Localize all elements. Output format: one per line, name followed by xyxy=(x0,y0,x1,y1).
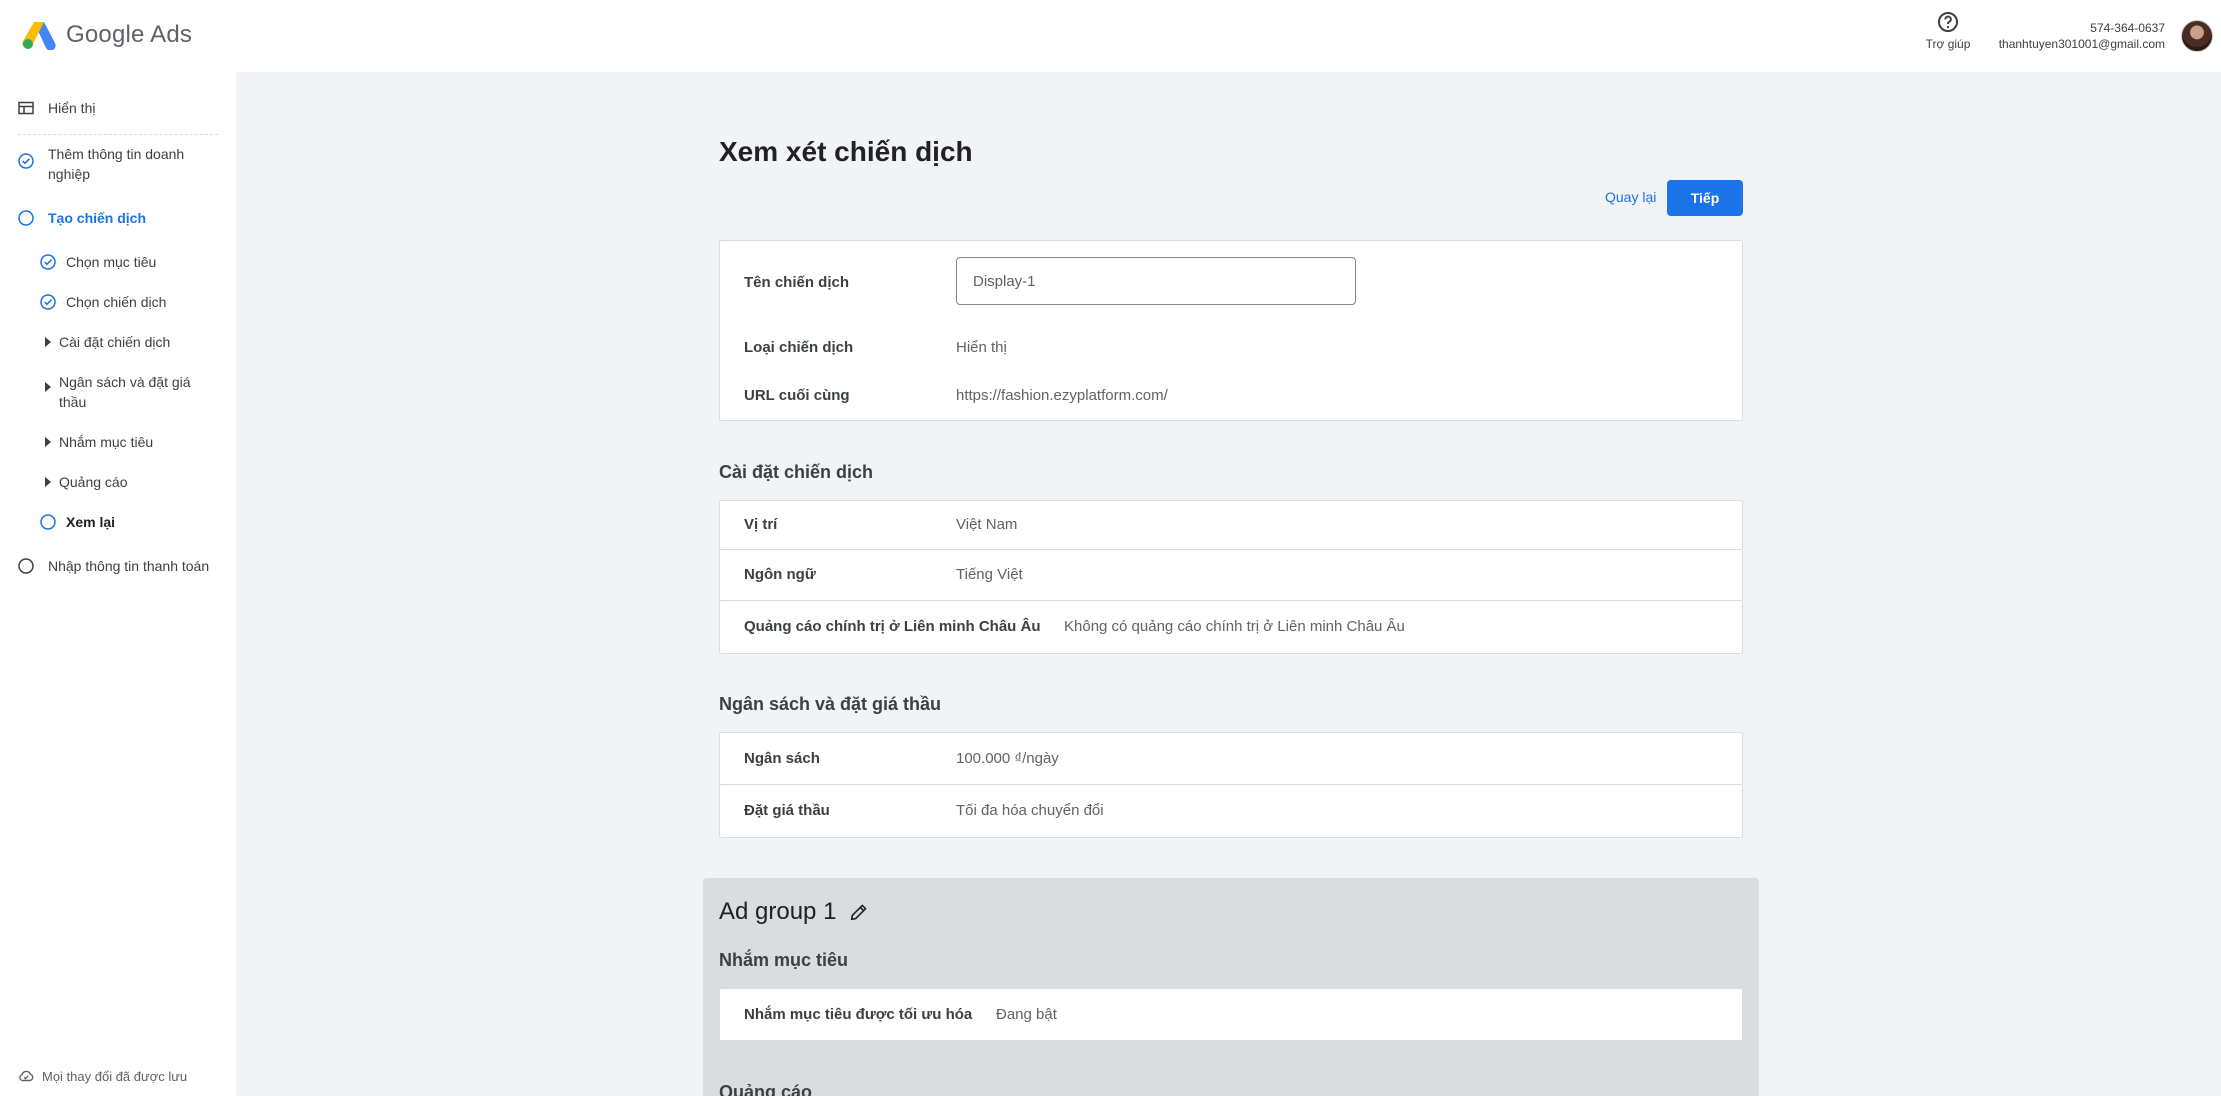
ad-group-section: Ad group 1 Nhắm mục tiêu Nhắm mục tiêu đ… xyxy=(703,878,1759,1096)
sidebar-step-label: Thêm thông tin doanh nghiệp xyxy=(48,146,185,182)
sidebar-substep-label: Chọn chiến dịch xyxy=(66,294,167,310)
avatar[interactable] xyxy=(2181,20,2213,52)
sidebar-substep-label: Ngân sách và đặt giá thầu xyxy=(59,374,191,410)
table-view-icon xyxy=(18,101,34,115)
campaign-type-value: Hiển thị xyxy=(956,339,1007,356)
account-info[interactable]: 574-364-0637 thanhtuyen301001@gmail.com xyxy=(1999,20,2165,52)
account-email: thanhtuyen301001@gmail.com xyxy=(1998,37,2165,51)
sidebar-substep-budget-bidding[interactable]: Ngân sách và đặt giá thầu xyxy=(40,372,220,412)
sidebar-substep-label: Chọn mục tiêu xyxy=(66,254,157,270)
cloud-done-icon xyxy=(19,1070,34,1082)
help-circle-icon xyxy=(1938,12,1958,32)
settings-row-label: Ngôn ngữ xyxy=(744,566,816,583)
settings-row-eu-political-ads[interactable]: Quảng cáo chính trị ở Liên minh Châu Âu … xyxy=(719,600,1743,654)
settings-row-label: Vị trí xyxy=(744,516,778,533)
ad-group-targeting-title: Nhắm mục tiêu xyxy=(719,950,849,970)
google-ads-logo-icon xyxy=(22,22,56,50)
app-name: Google Ads xyxy=(66,21,193,48)
caret-right-icon xyxy=(45,477,51,487)
optimized-targeting-value: Đang bật xyxy=(996,1006,1057,1023)
campaign-name-input[interactable] xyxy=(956,257,1356,305)
sidebar-substep-ads[interactable]: Quảng cáo xyxy=(40,472,128,492)
next-button[interactable]: Tiếp xyxy=(1667,180,1743,216)
sidebar-substep-campaign-settings[interactable]: Cài đặt chiến dịch xyxy=(40,332,170,352)
sidebar-substep-label: Nhắm mục tiêu xyxy=(59,434,154,450)
sidebar-step-billing[interactable]: Nhập thông tin thanh toán xyxy=(18,556,209,576)
campaign-name-label: Tên chiến dịch xyxy=(744,274,850,291)
account-id: 574-364-0637 xyxy=(2090,21,2165,35)
settings-row-label: Quảng cáo chính trị ở Liên minh Châu Âu xyxy=(744,618,1041,635)
sidebar-substep-choose-goal[interactable]: Chọn mục tiêu xyxy=(40,252,156,272)
page-title: Xem xét chiến dịch xyxy=(719,136,973,167)
sidebar-substep-review[interactable]: Xem lại xyxy=(40,512,115,532)
circle-icon xyxy=(18,558,34,574)
settings-row-value: Việt Nam xyxy=(956,516,1018,533)
circle-icon xyxy=(40,514,56,530)
sidebar-step-label: Tạo chiến dịch xyxy=(48,210,147,226)
settings-row-value: Không có quảng cáo chính trị ở Liên minh… xyxy=(1064,618,1405,635)
settings-row-location[interactable]: Vị trí Việt Nam xyxy=(719,500,1743,550)
final-url-value: https://fashion.ezyplatform.com/ xyxy=(956,387,1168,404)
sidebar-substep-targeting[interactable]: Nhắm mục tiêu xyxy=(40,432,153,452)
check-circle-icon xyxy=(40,254,56,270)
campaign-settings-title: Cài đặt chiến dịch xyxy=(719,462,874,482)
optimized-targeting-row[interactable]: Nhắm mục tiêu được tối ưu hóa Đang bật xyxy=(719,988,1743,1041)
edit-pencil-icon[interactable] xyxy=(848,901,870,923)
budget-bidding-title: Ngân sách và đặt giá thầu xyxy=(719,694,942,714)
sidebar: Hiển thị Thêm thông tin doanh nghiệp Tạo… xyxy=(0,72,236,1096)
settings-row-value: Tiếng Việt xyxy=(956,566,1023,583)
ad-group-name: Ad group 1 xyxy=(719,898,837,925)
sidebar-view-item[interactable]: Hiển thị xyxy=(18,98,95,118)
sidebar-substep-label: Cài đặt chiến dịch xyxy=(59,334,171,350)
google-ads-logo[interactable]: Google Ads xyxy=(22,20,192,50)
caret-right-icon xyxy=(45,337,51,347)
final-url-label: URL cuối cùng xyxy=(744,387,850,404)
bidding-row-value: Tối đa hóa chuyển đổi xyxy=(956,802,1104,819)
help-button[interactable]: Trợ giúp xyxy=(1920,10,1976,51)
ad-group-ads-title: Quảng cáo xyxy=(719,1082,813,1096)
sidebar-divider xyxy=(18,134,218,135)
sidebar-substep-label: Xem lại xyxy=(66,514,116,530)
help-label: Trợ giúp xyxy=(1925,37,1971,51)
save-status-text: Mọi thay đổi đã được lưu xyxy=(42,1068,188,1084)
optimized-targeting-label: Nhắm mục tiêu được tối ưu hóa xyxy=(744,1006,973,1023)
check-circle-icon xyxy=(40,294,56,310)
campaign-summary-card: Tên chiến dịch Loại chiến dịch Hiển thị … xyxy=(719,240,1743,421)
save-status: Mọi thay đổi đã được lưu xyxy=(18,1068,187,1084)
settings-row-language[interactable]: Ngôn ngữ Tiếng Việt xyxy=(719,549,1743,601)
sidebar-step-label: Nhập thông tin thanh toán xyxy=(48,558,210,574)
sidebar-step-create-campaign[interactable]: Tạo chiến dịch xyxy=(18,208,146,228)
circle-icon xyxy=(18,210,34,226)
campaign-type-label: Loại chiến dịch xyxy=(744,339,854,356)
sidebar-substep-choose-campaign[interactable]: Chọn chiến dịch xyxy=(40,292,166,312)
budget-row[interactable]: Ngân sách 100.000 ₫/ngày xyxy=(719,732,1743,785)
bidding-row-label: Đặt giá thầu xyxy=(744,802,830,819)
sidebar-substep-label: Quảng cáo xyxy=(59,474,128,490)
top-bar: Google Ads Trợ giúp 574-364-0637 thanhtu… xyxy=(0,0,2221,72)
sidebar-view-label: Hiển thị xyxy=(48,100,96,116)
ad-group-title: Ad group 1 xyxy=(719,898,870,926)
back-link[interactable]: Quay lại xyxy=(1605,189,1656,205)
budget-row-value: 100.000 ₫/ngày xyxy=(956,750,1059,767)
caret-right-icon xyxy=(45,437,51,447)
bidding-row[interactable]: Đặt giá thầu Tối đa hóa chuyển đổi xyxy=(719,784,1743,838)
budget-row-label: Ngân sách xyxy=(744,750,820,767)
check-circle-icon xyxy=(18,153,34,169)
sidebar-step-business-info[interactable]: Thêm thông tin doanh nghiệp xyxy=(18,144,218,184)
caret-right-icon xyxy=(45,382,51,392)
